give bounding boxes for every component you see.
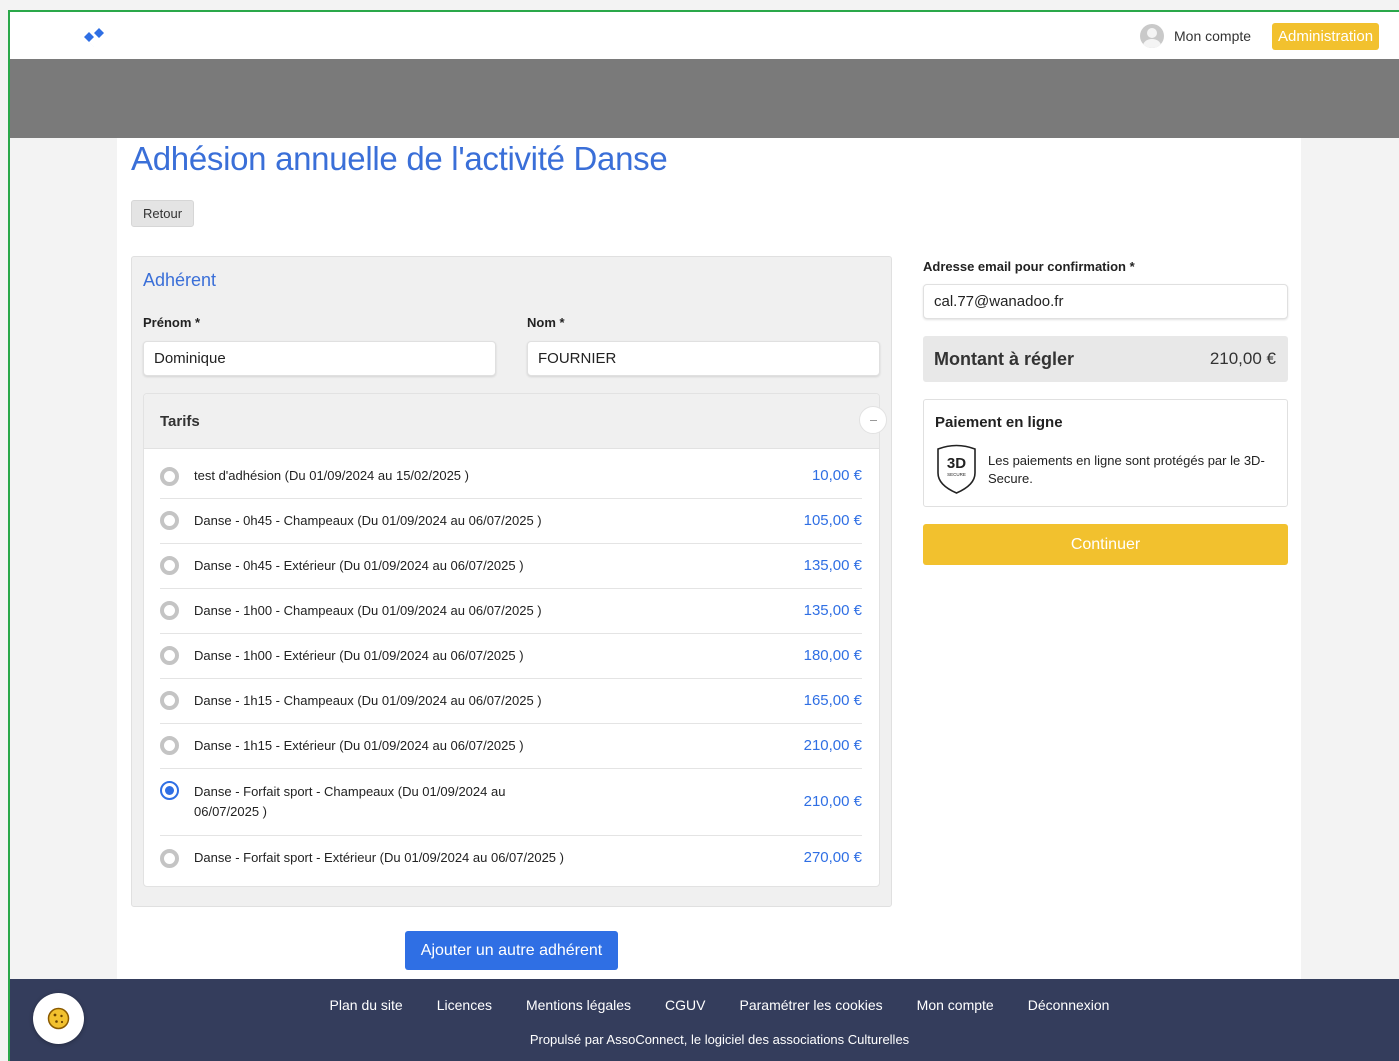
frame-border-top bbox=[8, 10, 1399, 12]
top-navbar: Mon compte Administration bbox=[10, 12, 1399, 59]
tarif-option[interactable]: Danse - 1h15 - Extérieur (Du 01/09/2024 … bbox=[160, 724, 862, 769]
footer-links: Plan du site Licences Mentions légales C… bbox=[10, 997, 1399, 1013]
amount-value: 210,00 € bbox=[1209, 349, 1276, 368]
radio-button[interactable] bbox=[160, 556, 179, 575]
last-name-field[interactable]: FOURNIER bbox=[527, 341, 880, 376]
radio-button[interactable] bbox=[160, 849, 179, 868]
member-section-title: Adhérent bbox=[143, 270, 217, 290]
footer-link-logout[interactable]: Déconnexion bbox=[1028, 997, 1110, 1013]
payment-text: Les paiements en ligne sont protégés par… bbox=[988, 453, 1265, 486]
radio-button[interactable] bbox=[160, 601, 179, 620]
tarif-price: 135,00 € bbox=[803, 602, 862, 619]
footer-powered-by: Propulsé par AssoConnect, le logiciel de… bbox=[529, 1032, 910, 1047]
footer-link-cguv[interactable]: CGUV bbox=[665, 997, 705, 1013]
radio-button[interactable] bbox=[160, 467, 179, 486]
tarif-label: Danse - Forfait sport - Champeaux (Du 01… bbox=[194, 784, 506, 819]
payment-title: Paiement en ligne bbox=[935, 414, 1063, 431]
first-name-field[interactable]: Dominique bbox=[143, 341, 496, 376]
tarif-option[interactable]: Danse - 1h15 - Champeaux (Du 01/09/2024 … bbox=[160, 679, 862, 724]
tarif-label: Danse - 0h45 - Champeaux (Du 01/09/2024 … bbox=[194, 513, 542, 528]
tarif-option[interactable]: Danse - 1h00 - Extérieur (Du 01/09/2024 … bbox=[160, 634, 862, 679]
tarif-option[interactable]: test d'adhésion (Du 01/09/2024 au 15/02/… bbox=[160, 458, 862, 499]
tarif-option-selected[interactable]: Danse - Forfait sport - Champeaux (Du 01… bbox=[160, 769, 862, 836]
amount-summary: Montant à régler 210,00 € bbox=[923, 336, 1288, 382]
assoconnect-logo-icon[interactable] bbox=[82, 22, 106, 48]
page-title: Adhésion annuelle de l'activité Danse bbox=[131, 140, 668, 177]
tarif-label: Danse - 1h15 - Extérieur (Du 01/09/2024 … bbox=[194, 738, 524, 753]
minus-icon[interactable] bbox=[859, 406, 887, 434]
tarif-option[interactable]: Danse - Forfait sport - Extérieur (Du 01… bbox=[160, 836, 862, 881]
add-member-button[interactable]: Ajouter un autre adhérent bbox=[405, 931, 618, 970]
footer-link-cookie-settings[interactable]: Paramétrer les cookies bbox=[740, 997, 883, 1013]
footer-link-account[interactable]: Mon compte bbox=[917, 997, 994, 1013]
first-name-label: Prénom * bbox=[143, 315, 201, 330]
header-banner bbox=[10, 59, 1399, 138]
radio-button[interactable] bbox=[160, 511, 179, 530]
tarif-price: 210,00 € bbox=[803, 793, 862, 810]
frame-border-left bbox=[8, 10, 10, 1061]
radio-button[interactable] bbox=[160, 646, 179, 665]
tarif-option[interactable]: Danse - 0h45 - Champeaux (Du 01/09/2024 … bbox=[160, 499, 862, 544]
back-button[interactable]: Retour bbox=[131, 200, 195, 227]
tarif-price: 135,00 € bbox=[803, 557, 862, 574]
tarif-label: Danse - 1h15 - Champeaux (Du 01/09/2024 … bbox=[194, 693, 542, 708]
user-avatar-icon bbox=[1140, 24, 1164, 48]
cookie-icon bbox=[47, 1007, 70, 1030]
amount-label: Montant à régler bbox=[934, 349, 1075, 369]
tarif-price: 210,00 € bbox=[803, 737, 862, 754]
tarif-price: 105,00 € bbox=[803, 512, 862, 529]
tarif-option[interactable]: Danse - 1h00 - Champeaux (Du 01/09/2024 … bbox=[160, 589, 862, 634]
administration-button[interactable]: Administration bbox=[1272, 23, 1380, 50]
online-payment-box: Paiement en ligne 3D SECURE Les paiement… bbox=[923, 399, 1288, 507]
account-menu[interactable]: Mon compte bbox=[1140, 24, 1251, 48]
3d-secure-shield-icon: 3D SECURE bbox=[937, 444, 976, 494]
radio-button[interactable] bbox=[160, 691, 179, 710]
footer: Plan du site Licences Mentions légales C… bbox=[10, 979, 1399, 1061]
cookie-settings-button[interactable] bbox=[33, 993, 84, 1044]
account-label: Mon compte bbox=[1174, 28, 1252, 44]
badge-text: 3D bbox=[947, 455, 966, 472]
email-field[interactable]: cal.77@wanadoo.fr bbox=[923, 284, 1288, 319]
tarif-label: Danse - Forfait sport - Extérieur (Du 01… bbox=[194, 850, 564, 865]
last-name-label: Nom * bbox=[527, 315, 565, 330]
tarifs-header[interactable]: Tarifs bbox=[144, 394, 879, 449]
tarif-price: 270,00 € bbox=[803, 849, 862, 866]
badge-subtext: SECURE bbox=[947, 472, 966, 477]
tarif-label: test d'adhésion (Du 01/09/2024 au 15/02/… bbox=[194, 468, 469, 483]
tarif-label: Danse - 1h00 - Extérieur (Du 01/09/2024 … bbox=[194, 648, 524, 663]
radio-button[interactable] bbox=[160, 736, 179, 755]
tarif-label: Danse - 0h45 - Extérieur (Du 01/09/2024 … bbox=[194, 558, 524, 573]
tarif-price: 180,00 € bbox=[803, 647, 862, 664]
tarif-option[interactable]: Danse - 0h45 - Extérieur (Du 01/09/2024 … bbox=[160, 544, 862, 589]
continue-button[interactable]: Continuer bbox=[923, 524, 1288, 565]
email-label: Adresse email pour confirmation * bbox=[923, 259, 1135, 274]
tarifs-heading: Tarifs bbox=[160, 413, 200, 430]
footer-link-licences[interactable]: Licences bbox=[437, 997, 492, 1013]
footer-link-sitemap[interactable]: Plan du site bbox=[330, 997, 403, 1013]
footer-link-legal[interactable]: Mentions légales bbox=[526, 997, 631, 1013]
tarif-price: 165,00 € bbox=[803, 692, 862, 709]
tarif-label: Danse - 1h00 - Champeaux (Du 01/09/2024 … bbox=[194, 603, 542, 618]
radio-button-checked[interactable] bbox=[160, 781, 179, 800]
tarif-price: 10,00 € bbox=[811, 467, 862, 484]
